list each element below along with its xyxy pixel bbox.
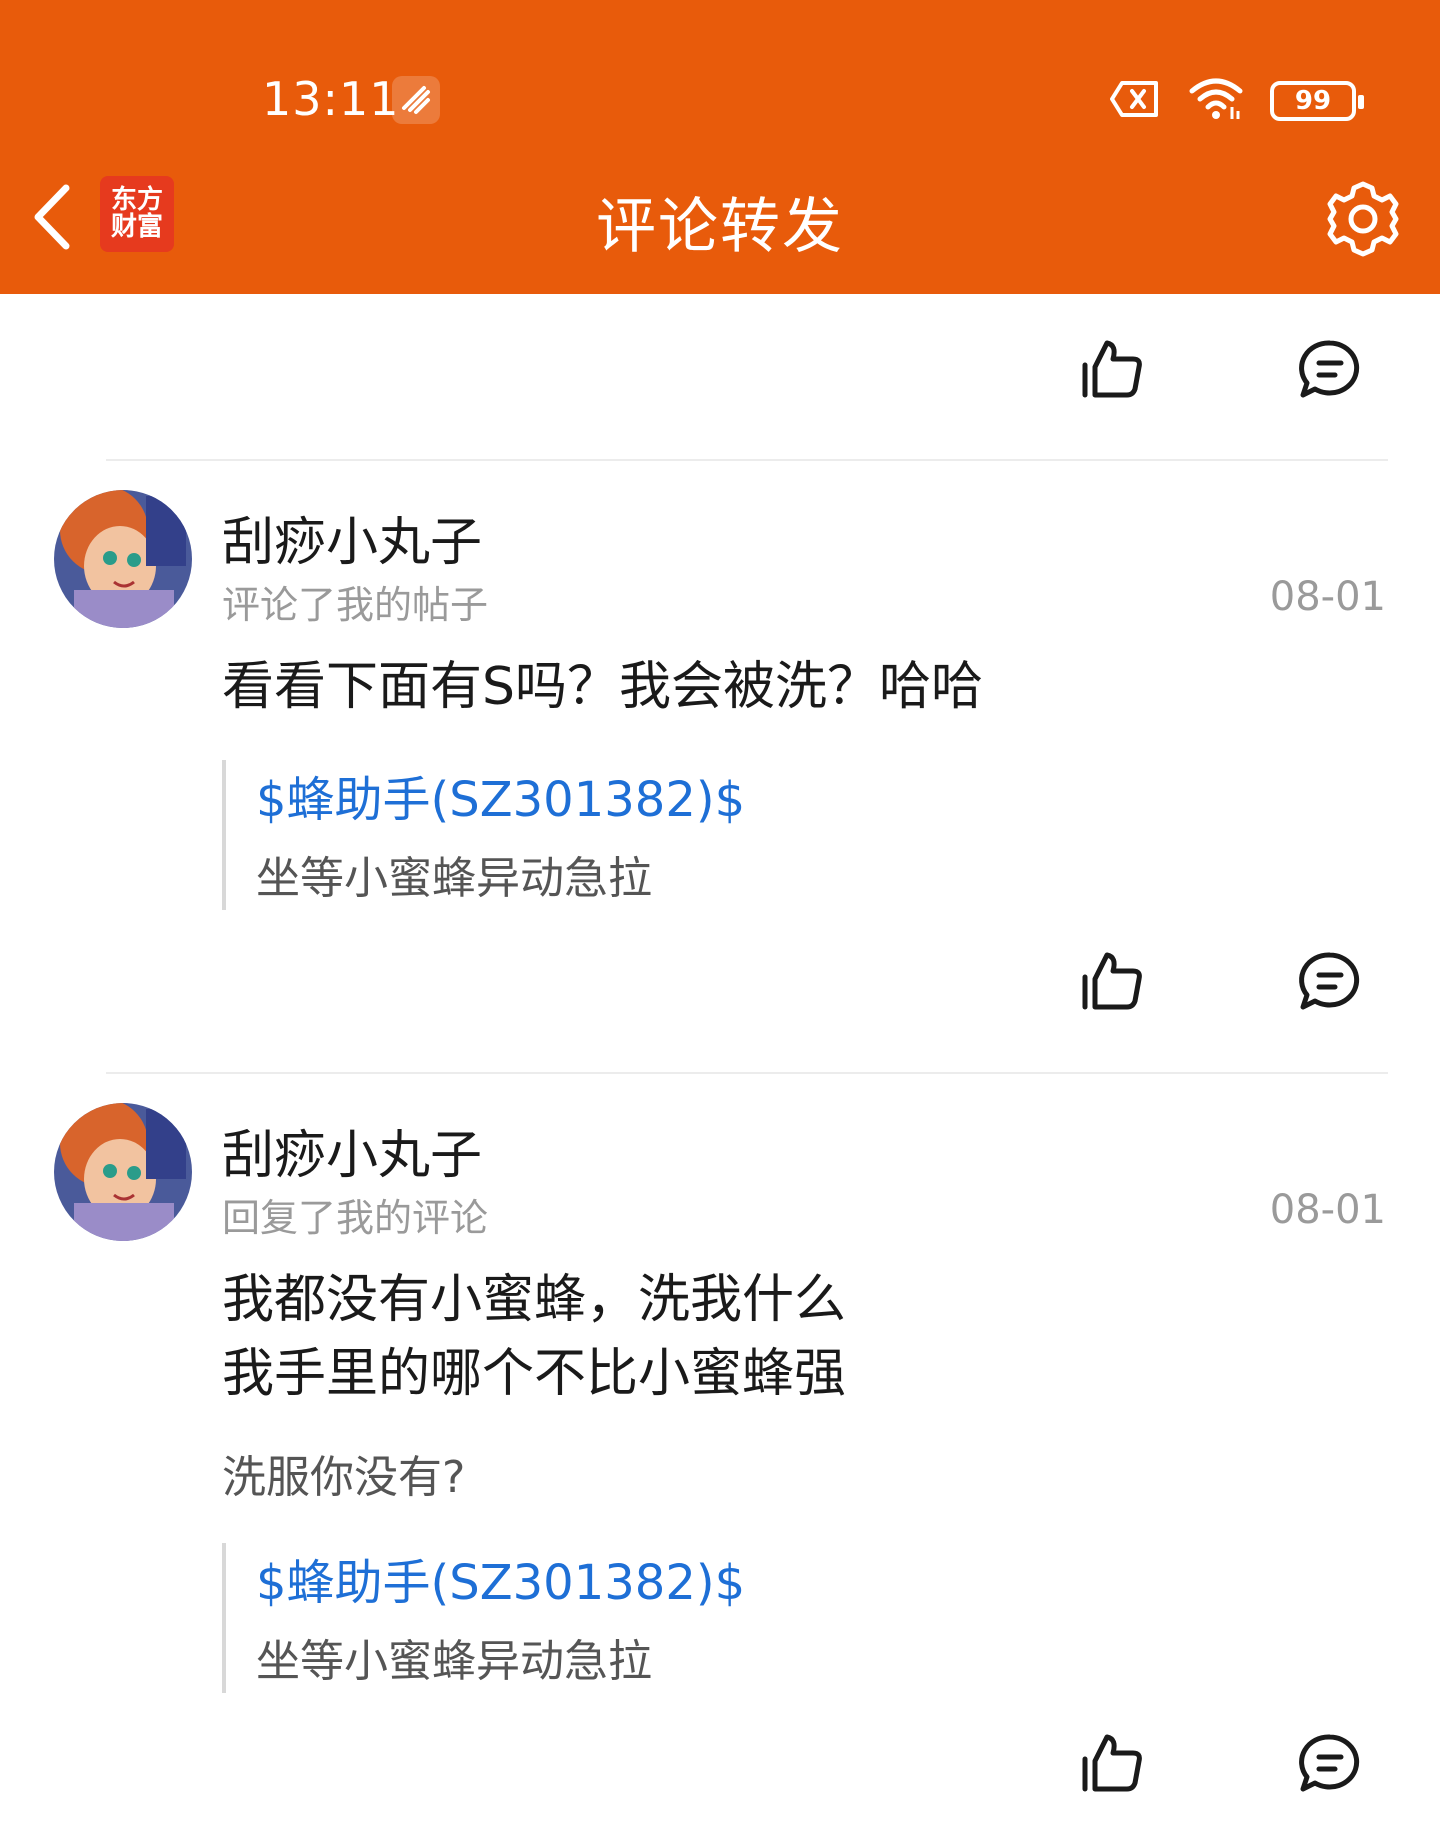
comment-icon [1299,340,1360,398]
like-button[interactable] [1074,332,1150,408]
settings-button[interactable] [1320,176,1406,262]
comment-button[interactable] [1292,944,1368,1020]
notification-item[interactable]: 刮痧小丸子 回复了我的评论 08-01 我都没有小蜜蜂，洗我什么 我手里的哪个不… [0,1103,1440,1703]
like-button[interactable] [1074,1726,1150,1802]
status-time: 13:11 [262,72,400,126]
thumbs-up-icon [1082,952,1142,1010]
action-row [0,944,1440,1024]
comment-body: 看看下面有S吗？我会被洗？哈哈 [222,650,983,724]
reply-context: 洗服你没有? [222,1452,466,1503]
timestamp: 08-01 [1269,1187,1386,1233]
quoted-text: 坐等小蜜蜂异动急拉 [256,1636,652,1687]
avatar[interactable] [54,490,192,628]
thumbs-up-icon [1082,1734,1142,1792]
thumbs-up-icon [1082,340,1142,398]
stock-link[interactable]: $蜂助手(SZ301382)$ [256,760,745,830]
comment-icon [1299,1734,1360,1792]
username[interactable]: 刮痧小丸子 [222,500,482,575]
quoted-post[interactable]: $蜂助手(SZ301382)$ 坐等小蜜蜂异动急拉 [222,760,1122,910]
comment-button[interactable] [1292,1726,1368,1802]
like-button[interactable] [1074,944,1150,1020]
action-text: 回复了我的评论 [222,1196,489,1240]
battery-icon: 99 [1270,81,1364,121]
divider [106,459,1388,461]
page-title: 评论转发 [596,192,844,262]
quoted-post[interactable]: $蜂助手(SZ301382)$ 坐等小蜜蜂异动急拉 [222,1543,1122,1693]
stock-link[interactable]: $蜂助手(SZ301382)$ [256,1543,745,1613]
wifi-icon [1188,77,1244,125]
username[interactable]: 刮痧小丸子 [222,1113,482,1188]
comment-button[interactable] [1292,332,1368,408]
battery-level: 99 [1294,86,1332,116]
gear-icon [1327,181,1399,257]
comment-icon [1299,952,1360,1010]
comment-line: 我都没有小蜜蜂，洗我什么 [222,1270,847,1330]
timestamp: 08-01 [1269,574,1386,620]
divider [106,1072,1388,1074]
action-row [0,1726,1440,1806]
action-row [0,332,1440,412]
quoted-text: 坐等小蜜蜂异动急拉 [256,853,652,904]
comment-body: 我都没有小蜜蜂，洗我什么 我手里的哪个不比小蜜蜂强 [222,1263,846,1411]
status-icons: 99 [1110,76,1364,126]
app-notification-icon [392,76,440,124]
app-header: 13:11 99 东方 财富 评论转发 [0,0,1440,294]
comment-line: 看看下面有S吗？我会被洗？哈哈 [222,657,984,717]
avatar[interactable] [54,1103,192,1241]
sim-card-error-icon [1110,79,1162,123]
action-text: 评论了我的帖子 [222,583,489,627]
comment-line: 我手里的哪个不比小蜜蜂强 [222,1344,847,1404]
notification-item[interactable]: 刮痧小丸子 评论了我的帖子 08-01 看看下面有S吗？我会被洗？哈哈 $蜂助手… [0,490,1440,910]
